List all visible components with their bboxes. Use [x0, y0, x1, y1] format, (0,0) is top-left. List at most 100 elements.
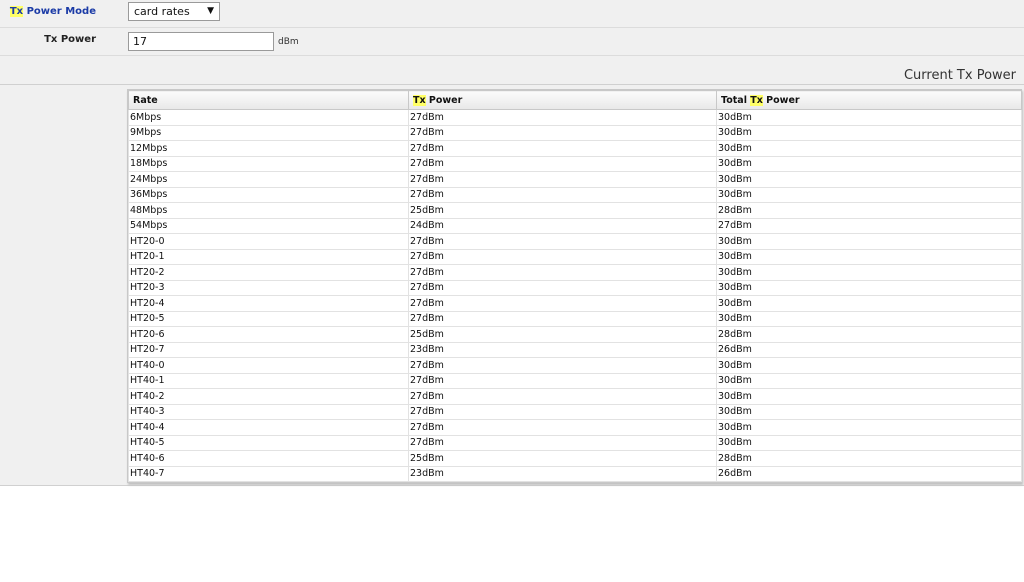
- table-row: HT20-0 27dBm 30dBm: [128, 233, 1022, 250]
- table-row: 9Mbps 27dBm 30dBm: [128, 124, 1022, 141]
- cell-tx-power: 27dBm: [408, 279, 717, 296]
- cell-rate: HT40-6: [128, 450, 409, 467]
- column-header-rate[interactable]: Rate: [128, 90, 409, 110]
- cell-total-tx-power: 30dBm: [716, 372, 1022, 389]
- table-row: HT20-7 23dBm 26dBm: [128, 341, 1022, 358]
- cell-rate: HT20-7: [128, 341, 409, 358]
- cell-rate: 36Mbps: [128, 186, 409, 203]
- table-row: 48Mbps 25dBm 28dBm: [128, 202, 1022, 219]
- table-row: 54Mbps 24dBm 27dBm: [128, 217, 1022, 234]
- cell-total-tx-power: 28dBm: [716, 202, 1022, 219]
- cell-tx-power: 27dBm: [408, 419, 717, 436]
- table-row: HT40-0 27dBm 30dBm: [128, 357, 1022, 374]
- cell-tx-power: 24dBm: [408, 217, 717, 234]
- cell-tx-power: 27dBm: [408, 264, 717, 281]
- cell-tx-power: 23dBm: [408, 465, 717, 482]
- cell-rate: HT40-4: [128, 419, 409, 436]
- cell-rate: 18Mbps: [128, 155, 409, 172]
- cell-tx-power: 27dBm: [408, 140, 717, 157]
- table-row: HT40-4 27dBm 30dBm: [128, 419, 1022, 436]
- cell-rate: 6Mbps: [128, 109, 409, 126]
- cell-rate: HT20-4: [128, 295, 409, 312]
- table-row: 18Mbps 27dBm 30dBm: [128, 155, 1022, 172]
- table-row: HT40-5 27dBm 30dBm: [128, 434, 1022, 451]
- cell-rate: HT40-7: [128, 465, 409, 482]
- cell-total-tx-power: 30dBm: [716, 295, 1022, 312]
- table-row: 12Mbps 27dBm 30dBm: [128, 140, 1022, 157]
- cell-total-tx-power: 30dBm: [716, 388, 1022, 405]
- cell-rate: 24Mbps: [128, 171, 409, 188]
- tx-power-mode-row: Tx Power Mode card rates ▼: [0, 0, 1024, 28]
- table-row: HT40-1 27dBm 30dBm: [128, 372, 1022, 389]
- cell-total-tx-power: 30dBm: [716, 279, 1022, 296]
- table-row: HT20-3 27dBm 30dBm: [128, 279, 1022, 296]
- cell-total-tx-power: 28dBm: [716, 450, 1022, 467]
- section-title: Current Tx Power: [903, 68, 1016, 83]
- cell-total-tx-power: 26dBm: [716, 341, 1022, 358]
- cell-total-tx-power: 30dBm: [716, 310, 1022, 327]
- cell-rate: HT20-0: [128, 233, 409, 250]
- tx-power-unit: dBm: [278, 37, 299, 47]
- cell-tx-power: 27dBm: [408, 403, 717, 420]
- tx-power-input[interactable]: 17: [128, 32, 274, 51]
- cell-total-tx-power: 30dBm: [716, 186, 1022, 203]
- cell-total-tx-power: 27dBm: [716, 217, 1022, 234]
- cell-tx-power: 27dBm: [408, 171, 717, 188]
- column-header-total-tx-power[interactable]: Total Tx Power: [716, 90, 1022, 110]
- cell-rate: HT20-5: [128, 310, 409, 327]
- tx-power-row: Tx Power 17 dBm: [0, 28, 1024, 56]
- table-row: HT20-2 27dBm 30dBm: [128, 264, 1022, 281]
- cell-rate: HT40-2: [128, 388, 409, 405]
- cell-tx-power: 25dBm: [408, 326, 717, 343]
- tx-highlight: Tx: [9, 6, 24, 17]
- table-body: 6Mbps 27dBm 30dBm 9Mbps 27dBm 30dBm 12Mbps 27dB…: [128, 109, 1022, 482]
- cell-total-tx-power: 30dBm: [716, 109, 1022, 126]
- table-row: HT40-2 27dBm 30dBm: [128, 388, 1022, 405]
- cell-tx-power: 27dBm: [408, 109, 717, 126]
- tx-power-mode-value: card rates: [134, 5, 190, 18]
- divider: [0, 84, 1024, 85]
- table-row: HT20-1 27dBm 30dBm: [128, 248, 1022, 265]
- cell-rate: HT20-3: [128, 279, 409, 296]
- cell-tx-power: 27dBm: [408, 434, 717, 451]
- cell-total-tx-power: 30dBm: [716, 124, 1022, 141]
- cell-total-tx-power: 30dBm: [716, 419, 1022, 436]
- cell-tx-power: 27dBm: [408, 357, 717, 374]
- tx-power-label: Tx Power: [44, 34, 96, 45]
- cell-tx-power: 23dBm: [408, 341, 717, 358]
- cell-total-tx-power: 30dBm: [716, 264, 1022, 281]
- cell-total-tx-power: 30dBm: [716, 233, 1022, 250]
- cell-total-tx-power: 26dBm: [716, 465, 1022, 482]
- tx-power-mode-label[interactable]: Tx Power Mode: [9, 6, 96, 17]
- table-row: HT40-6 25dBm 28dBm: [128, 450, 1022, 467]
- cell-rate: HT40-5: [128, 434, 409, 451]
- cell-total-tx-power: 30dBm: [716, 434, 1022, 451]
- cell-tx-power: 27dBm: [408, 295, 717, 312]
- cell-rate: 54Mbps: [128, 217, 409, 234]
- cell-tx-power: 27dBm: [408, 155, 717, 172]
- cell-total-tx-power: 28dBm: [716, 326, 1022, 343]
- table-row: HT40-7 23dBm 26dBm: [128, 465, 1022, 482]
- cell-total-tx-power: 30dBm: [716, 248, 1022, 265]
- cell-total-tx-power: 30dBm: [716, 403, 1022, 420]
- table-row: 24Mbps 27dBm 30dBm: [128, 171, 1022, 188]
- cell-tx-power: 25dBm: [408, 450, 717, 467]
- table-row: HT40-3 27dBm 30dBm: [128, 403, 1022, 420]
- cell-rate: HT20-1: [128, 248, 409, 265]
- cell-tx-power: 27dBm: [408, 310, 717, 327]
- cell-rate: HT40-3: [128, 403, 409, 420]
- column-header-tx-power[interactable]: Tx Power: [408, 90, 717, 110]
- cell-tx-power: 27dBm: [408, 248, 717, 265]
- cell-rate: HT20-2: [128, 264, 409, 281]
- cell-tx-power: 27dBm: [408, 124, 717, 141]
- cell-total-tx-power: 30dBm: [716, 140, 1022, 157]
- cell-total-tx-power: 30dBm: [716, 155, 1022, 172]
- table-row: HT20-6 25dBm 28dBm: [128, 326, 1022, 343]
- settings-panel: Tx Power Mode card rates ▼ Tx Power 17 d…: [0, 0, 1024, 486]
- cell-rate: 12Mbps: [128, 140, 409, 157]
- cell-tx-power: 27dBm: [408, 186, 717, 203]
- table-header-row: Rate Tx Power Total Tx Power: [128, 90, 1022, 110]
- dropdown-arrow-icon: ▼: [207, 6, 214, 16]
- tx-power-mode-select[interactable]: card rates ▼: [128, 2, 220, 21]
- table-row: 6Mbps 27dBm 30dBm: [128, 109, 1022, 126]
